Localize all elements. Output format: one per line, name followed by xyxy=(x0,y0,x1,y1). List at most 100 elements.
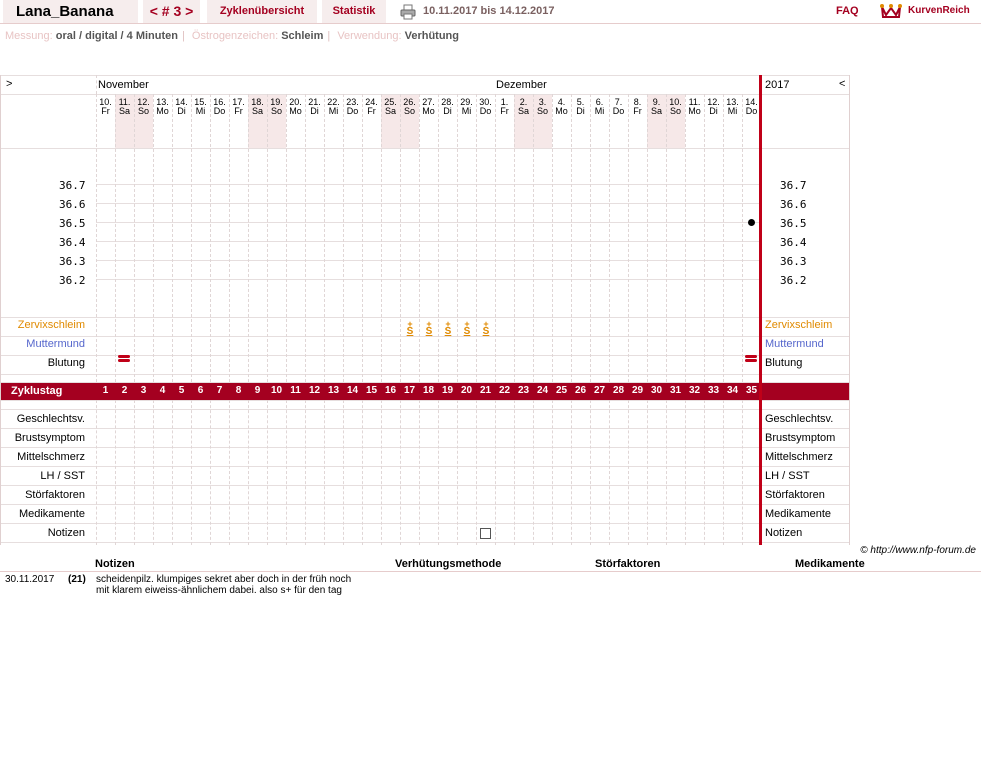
kurvenreich-logo[interactable]: KurvenReich xyxy=(908,0,970,23)
next-arrow[interactable]: < xyxy=(839,78,845,90)
day-grid-line xyxy=(609,400,610,545)
cycleday-cell[interactable]: 19 xyxy=(438,382,457,400)
cycleday-cell[interactable]: 24 xyxy=(533,382,552,400)
day-grid-line xyxy=(286,94,287,382)
cycleday-cell[interactable]: 11 xyxy=(286,382,305,400)
mucus-s-plus-mark[interactable]: + S xyxy=(460,320,474,337)
cycleday-cell[interactable]: 25 xyxy=(552,382,571,400)
day-grid-line xyxy=(153,94,154,382)
day-name: Do xyxy=(745,106,758,116)
cycleday-cell[interactable]: 1 xyxy=(96,382,115,400)
day-name: So xyxy=(270,106,282,116)
cycleday-cell[interactable]: 13 xyxy=(324,382,343,400)
day-grid-line xyxy=(96,94,97,382)
cycleday-cell[interactable]: 8 xyxy=(229,382,248,400)
cycleday-cell[interactable]: 26 xyxy=(571,382,590,400)
day-grid-line xyxy=(495,94,496,382)
cycleday-cell[interactable]: 30 xyxy=(647,382,666,400)
row-label-disturb: Störfaktoren xyxy=(25,489,85,501)
day-name: Fr xyxy=(234,106,243,116)
measurement-info: Messung: oral / digital / 4 Minuten | Öst… xyxy=(5,30,459,42)
temp-label-right: 36.3 xyxy=(780,255,807,268)
day-name: Fr xyxy=(101,106,110,116)
temp-label-right: 36.7 xyxy=(780,179,807,192)
mucus-s-plus-mark[interactable]: + S xyxy=(441,320,455,337)
cycleday-cell[interactable]: 6 xyxy=(191,382,210,400)
temperature-point[interactable] xyxy=(748,218,755,226)
day-name: Mo xyxy=(289,106,302,116)
day-grid-line xyxy=(704,94,705,382)
note-date: 30.11.2017 xyxy=(5,574,55,585)
copyright: © http://www.nfp-forum.de xyxy=(860,545,976,556)
print-icon[interactable] xyxy=(400,4,416,20)
cycleday-cell[interactable]: 23 xyxy=(514,382,533,400)
method-header: Verhütungsmethode xyxy=(395,558,502,570)
day-name: Di xyxy=(443,106,452,116)
cycleday-cell[interactable]: 27 xyxy=(590,382,609,400)
day-grid-line xyxy=(191,400,192,545)
cycleday-cell[interactable]: 9 xyxy=(248,382,267,400)
cycleday-cell[interactable]: 14 xyxy=(343,382,362,400)
day-grid-line xyxy=(191,94,192,382)
day-grid-line xyxy=(210,400,211,545)
cycleday-cell[interactable]: 29 xyxy=(628,382,647,400)
prev-arrow[interactable]: > xyxy=(6,78,12,90)
month-december: Dezember xyxy=(496,79,547,91)
day-grid-line xyxy=(286,400,287,545)
day-name: Di xyxy=(177,106,186,116)
cycleday-cell[interactable]: 15 xyxy=(362,382,381,400)
cycleday-cell[interactable]: 34 xyxy=(723,382,742,400)
cycleday-cell[interactable]: 4 xyxy=(153,382,172,400)
temp-label-left: 36.3 xyxy=(59,255,86,268)
day-grid-line xyxy=(153,400,154,545)
cycle-navigation[interactable]: < # 3 > xyxy=(143,0,200,23)
bleeding-mark[interactable] xyxy=(118,355,130,363)
cycleday-cell[interactable]: 12 xyxy=(305,382,324,400)
cycleday-cell[interactable]: 16 xyxy=(381,382,400,400)
statistics-tab[interactable]: Statistik xyxy=(322,0,386,23)
day-grid-line xyxy=(267,94,268,382)
mucus-s-plus-mark[interactable]: + S xyxy=(403,320,417,337)
cycleday-cell[interactable]: 10 xyxy=(267,382,286,400)
row-label-cycleday: Zyklustag xyxy=(11,385,63,397)
day-name: Sa xyxy=(517,106,529,116)
mucus-s-plus-mark[interactable]: + S xyxy=(479,320,493,337)
cycleday-cell[interactable]: 3 xyxy=(134,382,153,400)
day-name: Mi xyxy=(195,106,206,116)
note-icon[interactable] xyxy=(480,528,491,539)
cycleday-cell[interactable]: 21 xyxy=(476,382,495,400)
temp-label-right: 36.4 xyxy=(780,236,807,249)
mucus-s-plus-mark[interactable]: + S xyxy=(422,320,436,337)
day-name: Di xyxy=(709,106,718,116)
faq-link[interactable]: FAQ xyxy=(836,0,859,23)
cycleday-cell[interactable]: 33 xyxy=(704,382,723,400)
cycleday-cell[interactable]: 7 xyxy=(210,382,229,400)
cycle-overview-tab[interactable]: Zyklenübersicht xyxy=(207,0,317,23)
day-grid-line xyxy=(552,400,553,545)
cycleday-cell[interactable]: 20 xyxy=(457,382,476,400)
day-grid-line xyxy=(210,94,211,382)
day-name: Di xyxy=(310,106,319,116)
temp-grid-line xyxy=(96,260,761,261)
cycleday-cell[interactable]: 17 xyxy=(400,382,419,400)
cycleday-cell[interactable]: 32 xyxy=(685,382,704,400)
day-grid-line xyxy=(419,400,420,545)
bleeding-mark[interactable] xyxy=(745,355,757,363)
cycleday-cell[interactable]: 18 xyxy=(419,382,438,400)
temp-grid-line xyxy=(96,222,761,223)
day-grid-line xyxy=(685,94,686,382)
day-grid-line xyxy=(115,400,116,545)
day-grid-line xyxy=(723,94,724,382)
cycleday-cell[interactable]: 2 xyxy=(115,382,134,400)
day-grid-line xyxy=(514,400,515,545)
cycleday-cell[interactable]: 28 xyxy=(609,382,628,400)
day-grid-line xyxy=(419,94,420,382)
cycleday-cell[interactable]: 31 xyxy=(666,382,685,400)
day-grid-line xyxy=(495,400,496,545)
day-name: Mi xyxy=(594,106,605,116)
cycleday-cell[interactable]: 35 xyxy=(742,382,761,400)
day-name: Fr xyxy=(633,106,642,116)
cycleday-cell[interactable]: 22 xyxy=(495,382,514,400)
note-text: scheidenpilz. klumpiges sekret aber doch… xyxy=(96,574,352,596)
cycleday-cell[interactable]: 5 xyxy=(172,382,191,400)
